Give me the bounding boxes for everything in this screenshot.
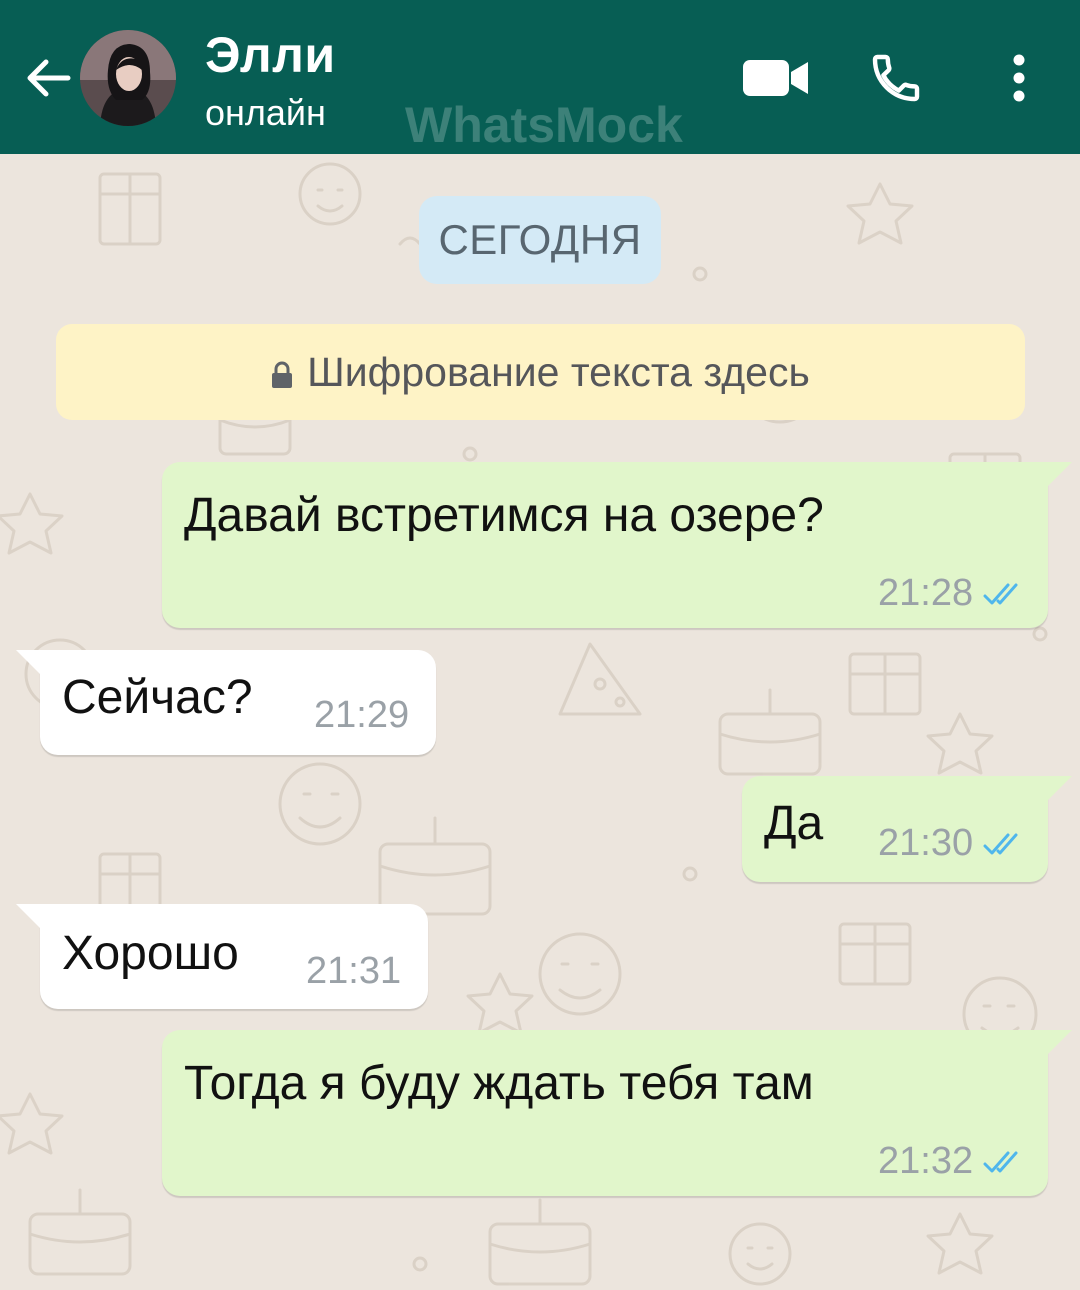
- message-text: Да: [764, 797, 824, 850]
- message-text: Давай встретимся на озере?: [184, 489, 824, 542]
- message-time: 21:31: [306, 950, 402, 992]
- message-time: 21:28: [878, 572, 974, 614]
- video-call-icon[interactable]: [742, 56, 810, 100]
- contact-name[interactable]: Элли: [205, 26, 336, 84]
- read-receipt-icon: [983, 583, 1018, 605]
- message-time: 21:32: [878, 1140, 974, 1182]
- chat-area[interactable]: СЕГОДНЯ Шифрование текста здесь Давай вс…: [0, 154, 1080, 1290]
- chat-header: Элли онлайн WhatsMock: [0, 0, 1080, 154]
- message-bubble-outgoing[interactable]: Давай встретимся на озере? 21:28: [162, 462, 1072, 628]
- back-arrow-icon[interactable]: [22, 52, 74, 104]
- message-text: Тогда я буду ждать тебя там: [184, 1057, 814, 1110]
- read-receipt-icon: [983, 1151, 1018, 1173]
- avatar[interactable]: [80, 30, 176, 126]
- message-time: 21:29: [314, 694, 410, 736]
- watermark-logo: WhatsMock: [405, 97, 683, 153]
- message-text: Хорошо: [62, 927, 239, 980]
- encryption-notice[interactable]: Шифрование текста здесь: [56, 324, 1025, 420]
- phone-icon[interactable]: [868, 50, 924, 106]
- message-bubble-outgoing[interactable]: Тогда я буду ждать тебя там 21:32: [162, 1030, 1072, 1196]
- date-separator: СЕГОДНЯ: [419, 196, 661, 284]
- message-bubble-incoming[interactable]: Сейчас? 21:29: [16, 650, 436, 755]
- message-time: 21:30: [878, 822, 974, 864]
- contact-status: онлайн: [205, 92, 326, 133]
- message-text: Сейчас?: [62, 671, 253, 724]
- read-receipt-icon: [983, 833, 1018, 855]
- more-vert-icon[interactable]: [1002, 52, 1036, 104]
- lock-icon: [272, 361, 293, 388]
- message-bubble-outgoing[interactable]: Да 21:30: [742, 776, 1072, 882]
- encryption-notice-text: Шифрование текста здесь: [307, 349, 810, 395]
- message-bubble-incoming[interactable]: Хорошо 21:31: [16, 904, 428, 1009]
